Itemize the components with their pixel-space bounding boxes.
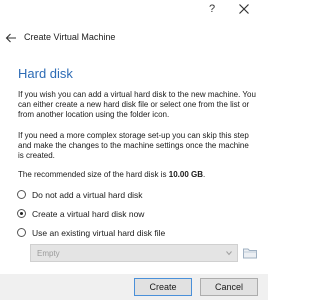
folder-icon[interactable] bbox=[242, 245, 258, 261]
back-arrow-icon[interactable] bbox=[4, 31, 18, 45]
help-button[interactable]: ? bbox=[205, 2, 219, 16]
chevron-down-icon bbox=[226, 251, 232, 256]
storage-paragraph: If you need a more complex storage set-u… bbox=[18, 131, 249, 160]
create-button[interactable]: Create bbox=[134, 278, 192, 296]
window-titlebar: ? bbox=[0, 0, 268, 20]
radio-existing-disk[interactable] bbox=[17, 228, 26, 237]
option-existing-disk[interactable]: Use an existing virtual hard disk file bbox=[17, 226, 165, 239]
intro-paragraph: If you wish you can add a virtual hard d… bbox=[18, 90, 256, 119]
option-no-disk-label: Do not add a virtual hard disk bbox=[32, 189, 143, 200]
page-title: Hard disk bbox=[18, 66, 73, 81]
close-icon[interactable] bbox=[236, 1, 252, 17]
cancel-button[interactable]: Cancel bbox=[200, 278, 258, 296]
recommended-suffix: . bbox=[203, 170, 206, 179]
option-create-disk-label: Create a virtual hard disk now bbox=[32, 208, 145, 219]
radio-create-disk[interactable] bbox=[17, 209, 26, 218]
existing-disk-select[interactable]: Empty bbox=[30, 244, 238, 262]
option-existing-disk-label: Use an existing virtual hard disk file bbox=[32, 227, 166, 238]
recommended-size-value: 10.00 GB bbox=[168, 170, 203, 179]
recommended-size-text: The recommended size of the hard disk is… bbox=[18, 170, 256, 180]
wizard-header: Create Virtual Machine bbox=[0, 28, 268, 48]
option-create-disk[interactable]: Create a virtual hard disk now bbox=[17, 207, 144, 220]
radio-no-disk[interactable] bbox=[17, 190, 26, 199]
existing-disk-value: Empty bbox=[37, 249, 60, 258]
wizard-title: Create Virtual Machine bbox=[24, 32, 116, 42]
recommended-prefix: The recommended size of the hard disk is bbox=[18, 170, 169, 179]
option-no-disk[interactable]: Do not add a virtual hard disk bbox=[17, 188, 143, 201]
